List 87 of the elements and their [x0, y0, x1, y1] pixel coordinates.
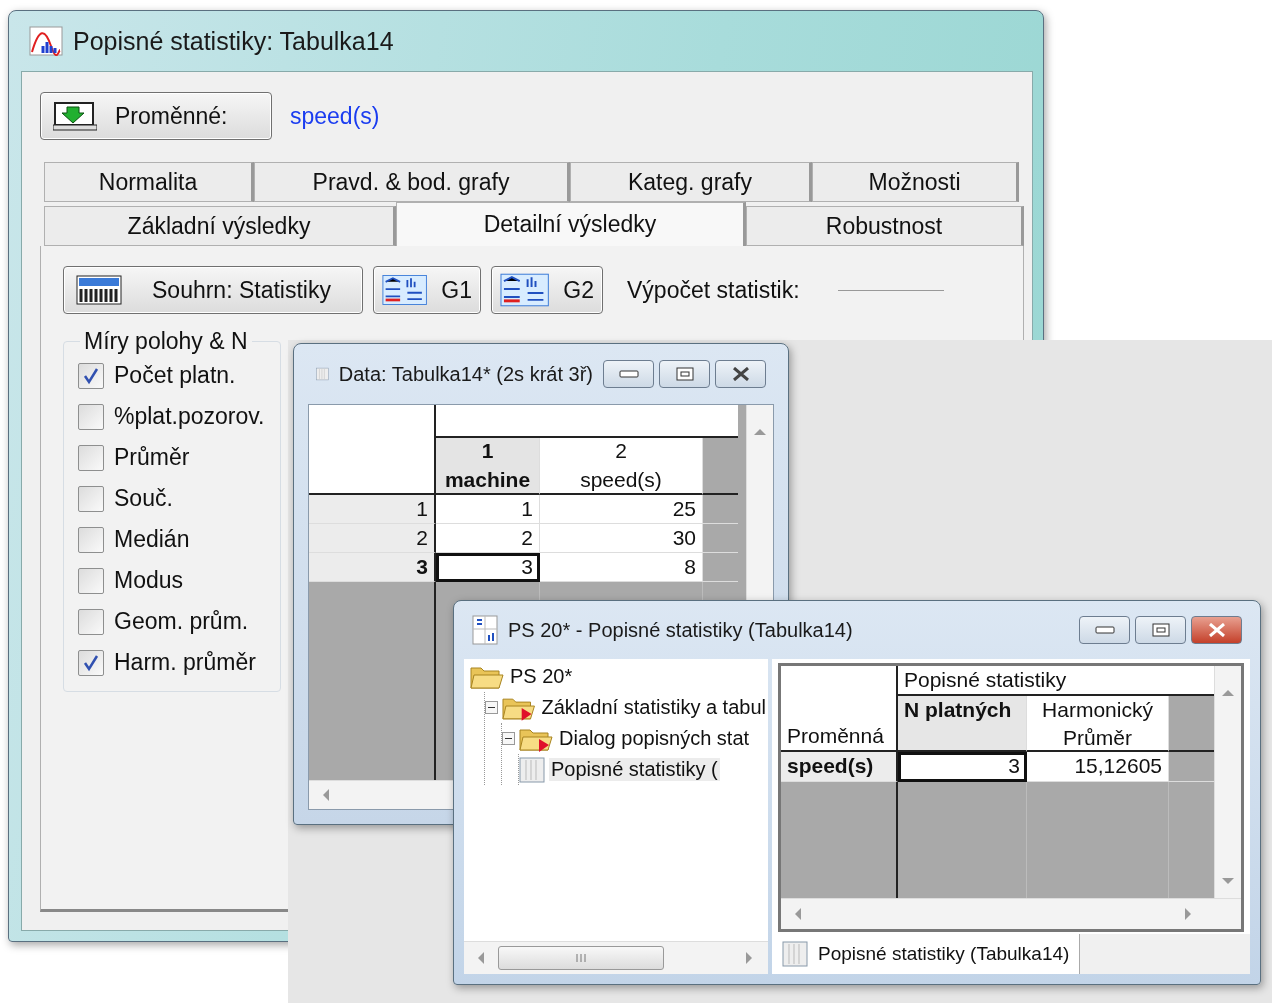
- restore-icon: [1151, 623, 1170, 637]
- column-header[interactable]: 1 machine: [436, 438, 540, 495]
- workbook-icon: [472, 615, 498, 645]
- checkbox[interactable]: [78, 649, 104, 676]
- close-icon: [731, 367, 750, 381]
- grip-icon: [574, 953, 588, 963]
- option-label: Počet platn.: [114, 362, 236, 389]
- tree-item[interactable]: Základní statistiky a tabul: [539, 696, 768, 719]
- checkbox[interactable]: [78, 403, 104, 430]
- tree-item[interactable]: Popisné statistiky (: [549, 758, 720, 781]
- column-header[interactable]: N platných: [898, 696, 1027, 752]
- tab[interactable]: Možnosti: [812, 162, 1019, 202]
- tab[interactable]: Pravd. & bod. grafy: [254, 162, 570, 202]
- close-icon: [1207, 623, 1226, 637]
- chart-icon: [29, 26, 63, 56]
- compute-label: Výpočet statistik:: [627, 276, 800, 304]
- maximize-button[interactable]: [659, 360, 710, 388]
- checkbox[interactable]: [78, 567, 104, 594]
- table-cell: 15,12605: [1027, 752, 1169, 782]
- minus-icon: [488, 707, 495, 708]
- option-label: Souč.: [114, 485, 173, 512]
- option-label: Modus: [114, 567, 184, 594]
- minimize-button[interactable]: [1079, 616, 1130, 644]
- summary-table-icon: [76, 275, 122, 305]
- table-cell: 1: [436, 495, 540, 524]
- option-label: Geom. prům.: [114, 608, 249, 635]
- scroll-thumb[interactable]: [498, 946, 664, 970]
- vertical-scrollbar[interactable]: [1214, 666, 1241, 898]
- spreadsheet-icon: [782, 941, 808, 967]
- horizontal-scrollbar[interactable]: [464, 941, 768, 974]
- row-header[interactable]: 2: [309, 524, 436, 553]
- collapse-toggle[interactable]: [485, 701, 498, 714]
- row-header[interactable]: 3: [309, 553, 436, 582]
- window-title: Popisné statistiky: Tabulka14: [73, 26, 394, 56]
- variables-button[interactable]: Proměnné:: [40, 92, 272, 140]
- table-cell: 30: [540, 524, 703, 553]
- graph-icon: [500, 273, 550, 307]
- spreadsheet-icon: [519, 756, 545, 783]
- tab[interactable]: Robustnost: [746, 206, 1024, 246]
- minus-icon: [505, 738, 512, 739]
- group-header: Popisné statistiky: [898, 666, 1214, 696]
- monitor-arrow-icon: [53, 101, 97, 131]
- table-cell: 3: [898, 752, 1027, 782]
- graph-button[interactable]: G2: [491, 266, 603, 314]
- maximize-button[interactable]: [1135, 616, 1186, 644]
- checkbox[interactable]: [78, 444, 104, 471]
- table-cell: 8: [540, 553, 703, 582]
- summary-button[interactable]: Souhrn: Statistiky: [63, 266, 363, 314]
- option-label: Harm. průměr: [114, 649, 256, 676]
- column-header[interactable]: 2 speed(s): [540, 438, 703, 495]
- minimize-button[interactable]: [603, 360, 654, 388]
- table-cell: 2: [436, 524, 540, 553]
- checkbox[interactable]: [78, 362, 104, 389]
- horizontal-scrollbar[interactable]: [781, 898, 1241, 929]
- option-label: Průměr: [114, 444, 190, 471]
- group-title: Míry polohy & N: [83, 328, 249, 355]
- minimize-icon: [618, 370, 639, 378]
- tab[interactable]: Detailní výsledky: [396, 202, 746, 246]
- option-label: %plat.pozorov.: [114, 403, 265, 430]
- close-button[interactable]: [1191, 616, 1242, 644]
- checkbox[interactable]: [78, 526, 104, 553]
- tree-item[interactable]: PS 20*: [508, 665, 575, 688]
- row-header[interactable]: speed(s): [781, 752, 898, 782]
- column-header[interactable]: Harmonický Průměr: [1027, 696, 1169, 752]
- variable-name: speed(s): [290, 102, 380, 130]
- tab[interactable]: Normalita: [44, 162, 254, 202]
- row-header-title: Proměnná: [781, 696, 898, 752]
- collapse-toggle[interactable]: [502, 732, 515, 745]
- graph-icon: [382, 273, 428, 307]
- checkmark-icon: [82, 366, 100, 385]
- checkmark-icon: [82, 653, 100, 672]
- sheet-tab[interactable]: Popisné statistiky (Tabulka14): [772, 934, 1081, 974]
- tree-item[interactable]: Dialog popisných stat: [557, 727, 752, 750]
- option-label: Medián: [114, 526, 190, 553]
- table-cell: 25: [540, 495, 703, 524]
- checkbox[interactable]: [78, 608, 104, 635]
- tab[interactable]: Kateg. grafy: [570, 162, 812, 202]
- tab[interactable]: Základní výsledky: [44, 206, 396, 246]
- table-cell: 3: [436, 553, 540, 582]
- window-title: Data: Tabulka14* (2s krát 3ř): [338, 362, 593, 386]
- minimize-icon: [1094, 626, 1115, 634]
- restore-icon: [675, 367, 694, 381]
- checkbox[interactable]: [78, 485, 104, 512]
- close-button[interactable]: [715, 360, 766, 388]
- window-title: PS 20* - Popisné statistiky (Tabulka14): [508, 618, 853, 642]
- graph-button[interactable]: G1: [373, 266, 481, 314]
- row-header[interactable]: 1: [309, 495, 436, 524]
